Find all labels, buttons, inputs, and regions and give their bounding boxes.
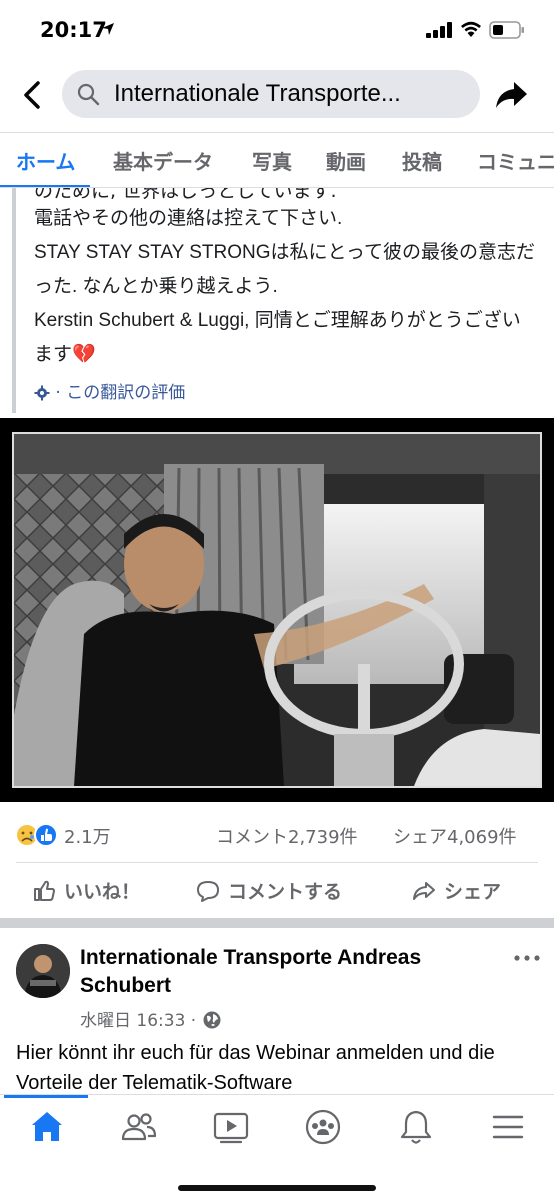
cellular-signal-icon [426, 22, 452, 38]
feed-separator [0, 918, 554, 928]
location-arrow-icon [102, 23, 114, 35]
post-photo[interactable] [0, 418, 554, 802]
watch-video-icon[interactable] [211, 1107, 251, 1147]
photo-image [12, 432, 542, 788]
notifications-bell-icon[interactable] [396, 1107, 436, 1147]
like-button[interactable]: いいね！ [32, 877, 140, 904]
groups-icon[interactable] [303, 1107, 343, 1147]
tab-posts[interactable]: 投稿 [402, 146, 442, 175]
search-query: Internationale Transporte... [114, 80, 401, 107]
tab-community[interactable]: コミュニ [477, 146, 554, 175]
status-bar: 20:17 [0, 0, 554, 60]
search-bar[interactable]: Internationale Transporte... [62, 70, 480, 118]
bottom-navigation [0, 1094, 554, 1200]
tab-home[interactable]: ホーム [16, 146, 75, 175]
battery-icon [489, 21, 524, 39]
share-button[interactable]: シェア [412, 877, 501, 904]
share-arrow-icon[interactable] [493, 76, 529, 112]
post-line: 電話やその他の連絡は控えて下さい. [34, 208, 343, 229]
post-stats: 2.1万 コメント2,739件 シェア4,069件 [0, 812, 554, 858]
post-actions: いいね！ コメントする シェア [16, 862, 538, 918]
share-icon [413, 882, 435, 900]
page-name-link[interactable]: Internationale Transporte Andreas Schube… [80, 944, 480, 1000]
post-line: STAY STAY STAY STRONGは私にとって彼の最後の意志だった. な… [34, 242, 535, 297]
search-icon [77, 83, 100, 106]
home-indicator-bar [178, 1185, 376, 1191]
back-button[interactable] [18, 78, 48, 112]
comment-button[interactable]: コメントする [196, 877, 342, 904]
post-time[interactable]: 水曜日 16:33 · [80, 1011, 196, 1031]
home-icon[interactable] [27, 1107, 67, 1147]
share-count[interactable]: シェア4,069件 [393, 823, 517, 849]
post-text-clipped-line: のために, 世界はじっとしています. [34, 188, 337, 202]
tab-videos[interactable]: 動画 [326, 146, 366, 175]
post-meta: 水曜日 16:33 · [80, 1006, 222, 1031]
wifi-icon [461, 21, 481, 37]
reaction-icons[interactable] [14, 822, 60, 848]
rate-translation-label: · この翻訳の評価 [55, 383, 186, 403]
globe-icon [203, 1011, 221, 1029]
post-body: のために, 世界はじっとしています. 電話やその他の連絡は控えて下さい. STA… [12, 188, 542, 413]
page-tabs: ホーム 基本データ 写真 動画 投稿 コミュニ [0, 132, 554, 188]
comment-bubble-icon [197, 881, 219, 902]
status-time: 20:17 [40, 18, 107, 42]
post2-body: Hier könnt ihr euch für das Webinar anme… [16, 1042, 495, 1094]
rate-translation-link[interactable]: · この翻訳の評価 [34, 378, 185, 403]
more-options-icon[interactable] [512, 950, 542, 966]
menu-icon[interactable] [488, 1107, 528, 1147]
like-label: いいね！ [64, 881, 141, 903]
page-avatar[interactable] [16, 944, 70, 998]
avatar-image [16, 944, 70, 998]
share-label: シェア [444, 881, 502, 903]
post-text-lines: 電話やその他の連絡は控えて下さい. STAY STAY STAY STRONGは… [34, 202, 539, 372]
reaction-count[interactable]: 2.1万 [64, 823, 111, 849]
gear-icon [34, 385, 50, 401]
thumbs-up-icon [34, 880, 55, 901]
friends-icon[interactable] [119, 1107, 159, 1147]
tab-about[interactable]: 基本データ [113, 146, 213, 175]
active-nav-indicator [4, 1095, 88, 1098]
tab-photos[interactable]: 写真 [252, 146, 292, 175]
comment-count[interactable]: コメント2,739件 [216, 823, 358, 849]
comment-label: コメントする [228, 881, 343, 903]
truck-cab-photo [14, 434, 540, 786]
post-line: Kerstin Schubert & Luggi, 同情とご理解ありがとうござい… [34, 310, 521, 365]
